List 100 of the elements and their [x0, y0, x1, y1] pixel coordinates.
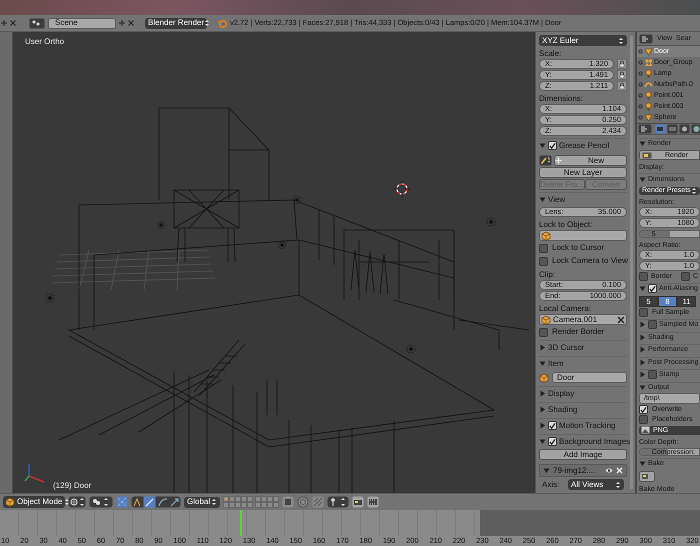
checkbox-label: Lock to Cursor: [552, 244, 604, 252]
render-still-icon[interactable]: [352, 496, 364, 508]
down-triangle-icon[interactable]: [639, 460, 646, 467]
scene-icon[interactable]: [29, 18, 45, 28]
right-triangle-icon[interactable]: [639, 334, 646, 341]
close-icon[interactable]: [128, 20, 134, 26]
down-triangle-icon[interactable]: [539, 438, 546, 445]
plus-icon[interactable]: [1, 20, 7, 26]
down-triangle-icon[interactable]: [539, 360, 546, 367]
dropdown[interactable]: All Views: [568, 479, 624, 490]
checkbox[interactable]: [639, 415, 648, 424]
scene-field[interactable]: Scene: [48, 18, 116, 28]
field-label: Dimensions:: [539, 93, 584, 103]
close-icon[interactable]: [10, 20, 16, 26]
pivot-dropdown-icon[interactable]: [89, 496, 113, 508]
camera-icon: [642, 151, 652, 160]
down-triangle-icon[interactable]: [539, 142, 546, 149]
panel-header[interactable]: Display: [548, 390, 574, 398]
checkbox[interactable]: [648, 284, 657, 293]
panel-header[interactable]: Item: [548, 360, 564, 368]
panel-header[interactable]: 3D Cursor: [548, 344, 584, 352]
right-triangle-icon[interactable]: [539, 406, 546, 413]
right-triangle-icon[interactable]: [539, 422, 546, 429]
image-file-icon: [641, 426, 650, 434]
checkbox[interactable]: [548, 141, 557, 150]
padlock-icon[interactable]: [617, 59, 627, 69]
panel-header[interactable]: Grease Pencil: [559, 142, 610, 150]
panel-header[interactable]: Motion Tracking: [559, 422, 616, 430]
expand-dot-icon[interactable]: [638, 71, 643, 76]
axis-gizmo-icon: [24, 464, 44, 483]
new-button[interactable]: New: [554, 155, 627, 166]
text-field[interactable]: Door: [552, 372, 627, 383]
expand-dot-icon[interactable]: [638, 104, 643, 109]
down-triangle-icon[interactable]: [639, 176, 646, 183]
layers-tab-icon[interactable]: [667, 124, 678, 134]
shading-dropdown-icon[interactable]: [68, 496, 86, 508]
3d-cursor-icon[interactable]: [394, 180, 410, 198]
object-field[interactable]: Camera.001: [539, 314, 627, 325]
panel-header[interactable]: Background Images: [559, 438, 630, 446]
close-icon[interactable]: [617, 316, 625, 324]
down-triangle-icon[interactable]: [543, 467, 550, 474]
expand-dot-icon[interactable]: [638, 115, 643, 120]
expand-dot-icon[interactable]: [638, 82, 643, 87]
checkbox[interactable]: [539, 328, 548, 336]
scene-tab-icon[interactable]: [679, 124, 690, 134]
snap-toggle-icon[interactable]: [312, 496, 324, 508]
expand-dot-icon[interactable]: [638, 93, 643, 98]
right-triangle-icon[interactable]: [539, 390, 546, 397]
pencil-icon[interactable]: [539, 155, 552, 166]
panel-header[interactable]: Shading: [548, 406, 578, 414]
dropdown[interactable]: Blender Render: [145, 18, 207, 28]
up-down-arrows-icon: [211, 498, 217, 506]
dropdown[interactable]: XYZ Euler: [539, 35, 627, 46]
translate-manipulator-icon[interactable]: [131, 496, 181, 508]
button[interactable]: New Layer: [539, 167, 627, 178]
expand-dot-icon[interactable]: [638, 49, 643, 54]
proportional-edit-icon[interactable]: [297, 496, 309, 508]
checkbox[interactable]: [639, 272, 648, 281]
down-triangle-icon[interactable]: [639, 285, 646, 292]
plus-icon[interactable]: [119, 20, 125, 26]
snap-element-dropdown-icon[interactable]: [327, 496, 349, 508]
editor-type-icon[interactable]: [639, 34, 653, 44]
padlock-icon[interactable]: [617, 70, 627, 80]
eye-icon[interactable]: [605, 467, 613, 474]
orientation-dropdown[interactable]: Global: [184, 496, 220, 508]
up-down-arrows-icon: [618, 36, 624, 44]
expand-dot-icon[interactable]: [638, 60, 643, 65]
up-down-arrows-icon: [204, 19, 210, 27]
lock-layers-icon[interactable]: [282, 496, 294, 508]
right-triangle-icon[interactable]: [639, 321, 646, 328]
down-triangle-icon[interactable]: [639, 140, 646, 148]
checkbox[interactable]: [648, 320, 657, 330]
checkbox[interactable]: [548, 421, 557, 430]
right-triangle-icon[interactable]: [639, 371, 646, 378]
right-triangle-icon[interactable]: [639, 346, 646, 354]
panel-header[interactable]: View: [548, 196, 566, 204]
field-label: Clip:: [539, 269, 556, 279]
camera-tab-icon[interactable]: [655, 124, 666, 134]
checkbox[interactable]: [539, 244, 548, 252]
render-animation-icon[interactable]: [367, 496, 379, 508]
object-field[interactable]: [539, 230, 627, 241]
right-triangle-icon[interactable]: [539, 344, 546, 351]
checkbox[interactable]: [681, 272, 690, 281]
image-name: 79-img12....: [553, 466, 596, 474]
button[interactable]: Add Image: [539, 449, 627, 460]
checkbox[interactable]: [639, 405, 648, 414]
down-triangle-icon[interactable]: [539, 196, 546, 203]
up-down-arrows-icon: [615, 480, 621, 488]
checkbox-label: Lock Camera to View: [552, 257, 628, 265]
triangle-mesh-icon: [644, 113, 653, 122]
checkbox[interactable]: [648, 370, 657, 380]
checkbox[interactable]: [539, 256, 548, 266]
editor-type-icon[interactable]: [638, 124, 652, 134]
right-triangle-icon[interactable]: [639, 358, 646, 366]
manipulator-toggle-icon[interactable]: [116, 496, 128, 508]
down-triangle-icon[interactable]: [639, 384, 646, 391]
world-tab-icon[interactable]: [691, 124, 700, 134]
checkbox[interactable]: [548, 437, 557, 446]
padlock-icon[interactable]: [617, 81, 627, 91]
checkbox[interactable]: [639, 308, 648, 318]
